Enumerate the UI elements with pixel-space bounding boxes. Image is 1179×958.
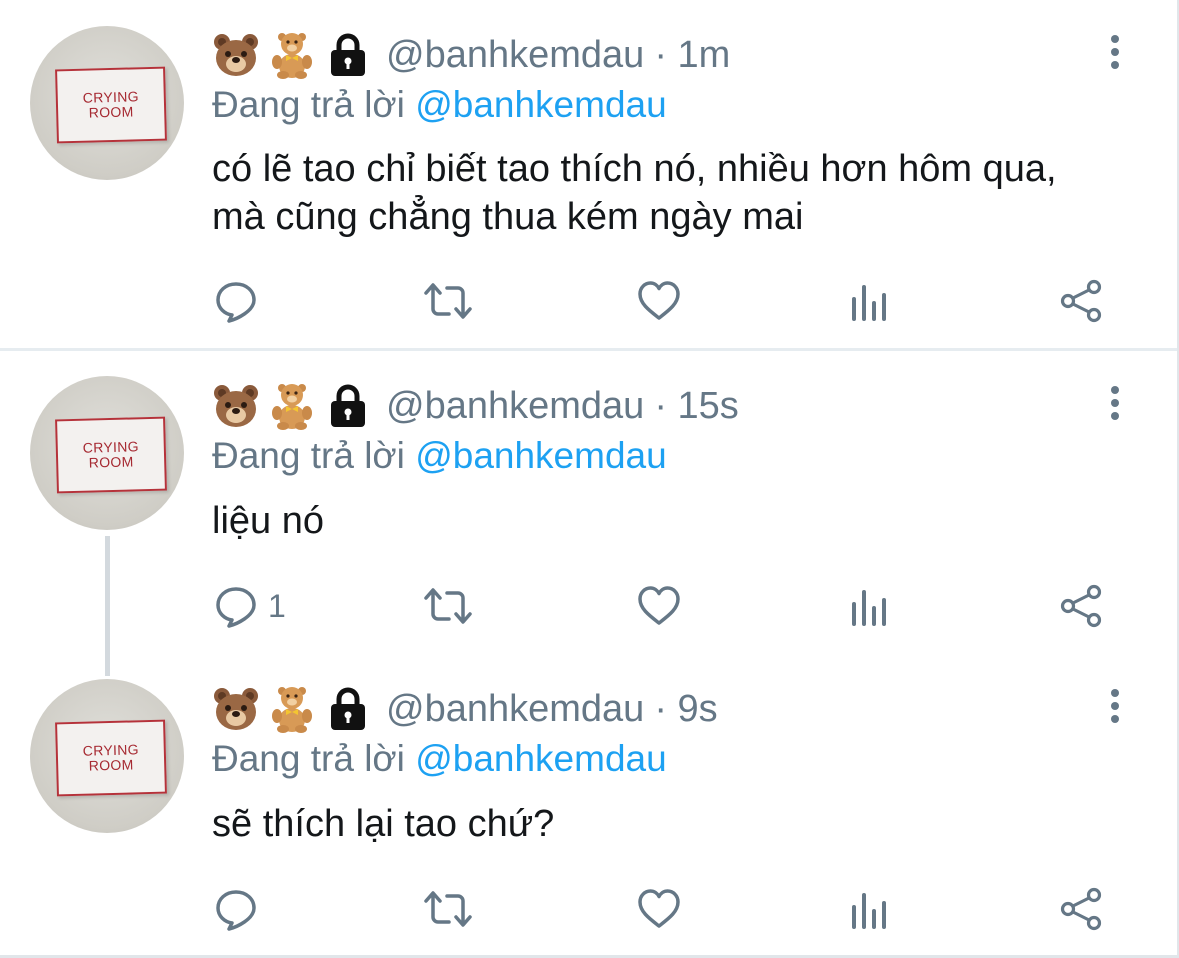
tweet[interactable]: CRYING ROOM @banhkemdau · 9s Đang trả lờ… <box>0 654 1179 954</box>
replying-to: Đang trả lời @banhkemdau <box>212 80 667 130</box>
retweet-icon <box>424 588 472 624</box>
heart-icon <box>638 889 680 928</box>
action-bar: 1 <box>0 581 1179 631</box>
retweet-icon <box>424 283 472 319</box>
retweet-button[interactable] <box>422 884 474 934</box>
tweet-text: liệu nó <box>212 497 324 545</box>
handle[interactable]: @banhkemdau <box>386 34 644 77</box>
avatar[interactable]: CRYING ROOM <box>30 679 184 833</box>
tweet-text-line: liệu nó <box>212 500 324 542</box>
timestamp: · 9s <box>654 687 718 730</box>
teddy-bear-icon <box>268 31 316 79</box>
retweet-button[interactable] <box>422 581 474 631</box>
analytics-icon <box>852 893 886 929</box>
share-icon <box>1060 279 1102 323</box>
action-bar <box>0 276 1179 326</box>
avatar-sign: CRYING ROOM <box>55 66 167 144</box>
reply-button[interactable] <box>214 276 268 326</box>
share-button[interactable] <box>1058 884 1104 934</box>
share-button[interactable] <box>1058 276 1104 326</box>
replying-to-label: Đang trả lời <box>212 435 405 476</box>
lock-icon <box>324 382 372 430</box>
retweet-button[interactable] <box>422 276 474 326</box>
avatar[interactable]: CRYING ROOM <box>30 26 184 180</box>
avatar-sign-line2: ROOM <box>88 453 134 471</box>
reply-button[interactable] <box>214 884 268 934</box>
lock-icon <box>324 685 372 733</box>
teddy-bear-icon <box>268 685 316 733</box>
tweet-text-line: có lẽ tao chỉ biết tao thích nó, nhiều h… <box>212 148 1057 190</box>
timestamp: · 15s <box>654 384 739 427</box>
tweet-header: @banhkemdau · 1m <box>212 30 730 80</box>
analytics-button[interactable] <box>850 276 890 326</box>
share-button[interactable] <box>1058 581 1104 631</box>
heart-icon <box>638 586 680 625</box>
replying-to: Đang trả lời @banhkemdau <box>212 431 667 481</box>
replying-to-label: Đang trả lời <box>212 84 405 125</box>
tweet-text-line: mà cũng chẳng thua kém ngày mai <box>212 196 804 238</box>
replying-to-label: Đang trả lời <box>212 738 405 779</box>
avatar[interactable]: CRYING ROOM <box>30 376 184 530</box>
avatar-sign-line2: ROOM <box>88 103 134 121</box>
bear-face-icon <box>212 382 260 430</box>
like-button[interactable] <box>636 276 682 326</box>
tweet-text-line: sẽ thích lại tao chứ? <box>212 803 555 845</box>
share-icon <box>1060 584 1102 628</box>
teddy-bear-icon <box>268 382 316 430</box>
lock-icon <box>324 31 372 79</box>
analytics-icon <box>852 285 886 321</box>
handle[interactable]: @banhkemdau <box>386 688 644 731</box>
analytics-icon <box>852 590 886 626</box>
avatar-sign: CRYING ROOM <box>55 719 167 797</box>
like-button[interactable] <box>636 581 682 631</box>
analytics-button[interactable] <box>850 884 890 934</box>
handle[interactable]: @banhkemdau <box>386 385 644 428</box>
tweet-text: có lẽ tao chỉ biết tao thích nó, nhiều h… <box>212 145 1057 241</box>
reply-to-handle[interactable]: @banhkemdau <box>415 435 667 476</box>
reply-icon <box>216 890 256 931</box>
heart-icon <box>638 281 680 320</box>
like-button[interactable] <box>636 884 682 934</box>
tweet[interactable]: CRYING ROOM @banhkemdau · 1m Đang trả lờ… <box>0 0 1179 348</box>
more-options-icon[interactable] <box>1100 378 1130 428</box>
action-bar <box>0 884 1179 934</box>
reply-button[interactable]: 1 <box>214 581 286 631</box>
reply-icon <box>216 282 256 323</box>
tweet-text: sẽ thích lại tao chứ? <box>212 800 554 848</box>
retweet-icon <box>424 891 472 927</box>
more-options-icon[interactable] <box>1100 27 1130 77</box>
replying-to: Đang trả lời @banhkemdau <box>212 734 667 784</box>
tweet[interactable]: CRYING ROOM @banhkemdau · 15s Đang trả l… <box>0 351 1179 651</box>
more-options-icon[interactable] <box>1100 681 1130 731</box>
tweet-header: @banhkemdau · 9s <box>212 684 718 734</box>
avatar-sign: CRYING ROOM <box>55 416 167 494</box>
reply-count: 1 <box>268 587 286 624</box>
reply-to-handle[interactable]: @banhkemdau <box>415 738 667 779</box>
bear-face-icon <box>212 685 260 733</box>
bear-face-icon <box>212 31 260 79</box>
timestamp: · 1m <box>654 33 731 76</box>
reply-to-handle[interactable]: @banhkemdau <box>415 84 667 125</box>
reply-icon <box>216 587 256 628</box>
avatar-sign-line2: ROOM <box>88 756 134 774</box>
share-icon <box>1060 887 1102 931</box>
tweet-header: @banhkemdau · 15s <box>212 381 739 431</box>
analytics-button[interactable] <box>850 581 890 631</box>
